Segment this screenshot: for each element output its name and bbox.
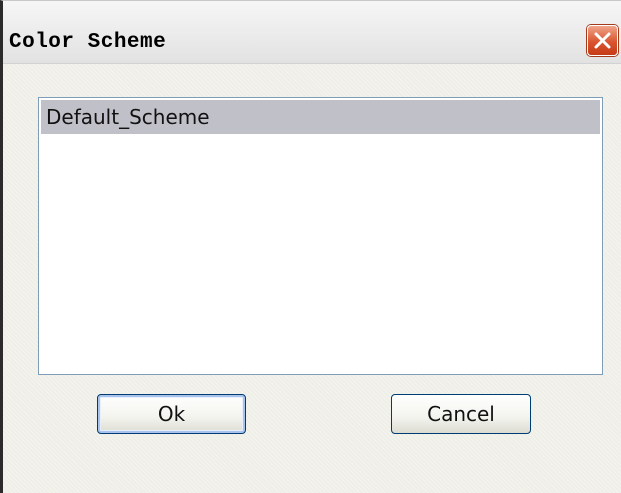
scheme-listbox[interactable]: Default_Scheme	[38, 97, 603, 375]
close-button[interactable]	[587, 25, 618, 56]
color-scheme-dialog: Color Scheme Default_Scheme Ok Cancel	[0, 0, 621, 493]
dialog-body: Default_Scheme Ok Cancel	[3, 64, 621, 493]
cancel-button[interactable]: Cancel	[391, 394, 531, 434]
title-bar[interactable]: Color Scheme	[3, 1, 621, 64]
ok-button[interactable]: Ok	[97, 394, 246, 434]
dialog-title: Color Scheme	[9, 31, 167, 54]
close-icon	[594, 32, 611, 49]
list-item[interactable]: Default_Scheme	[41, 100, 600, 134]
